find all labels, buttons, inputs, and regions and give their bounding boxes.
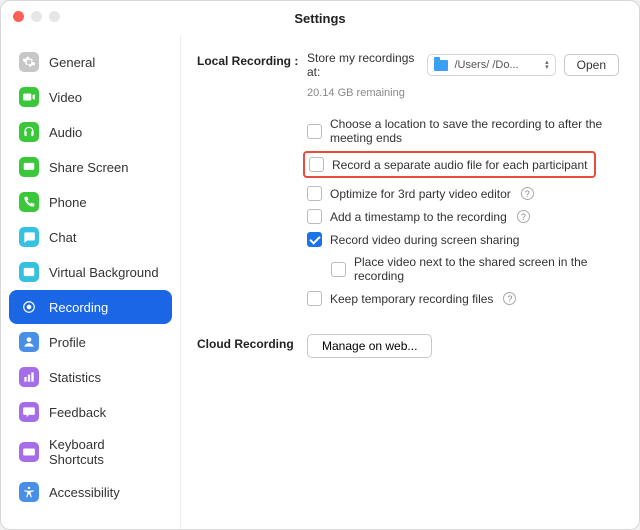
sidebar-item-general[interactable]: General xyxy=(9,45,172,79)
recording-option: Choose a location to save the recording … xyxy=(307,113,619,149)
sidebar: General Video Audio Share Screen Phone Chat Vi… xyxy=(1,35,181,529)
sidebar-item-label: Accessibility xyxy=(49,485,120,500)
content-pane: Local Recording : Store my recordings at… xyxy=(181,35,639,529)
titlebar: Settings xyxy=(1,1,639,35)
sidebar-item-video[interactable]: Video xyxy=(9,80,172,114)
manage-on-web-button[interactable]: Manage on web... xyxy=(307,334,432,358)
store-row: Store my recordings at: /Users/ /Do... ▴… xyxy=(307,51,619,79)
folder-icon xyxy=(434,60,448,71)
recording-path: /Users/ /Do... xyxy=(454,59,539,71)
sidebar-item-label: Phone xyxy=(49,195,87,210)
stats-icon xyxy=(19,367,39,387)
help-icon[interactable]: ? xyxy=(521,187,534,200)
settings-window: Settings General Video Audio Share Screen Ph… xyxy=(0,0,640,530)
local-recording-section: Local Recording : Store my recordings at… xyxy=(197,51,619,310)
help-icon[interactable]: ? xyxy=(503,292,516,305)
share-icon xyxy=(19,157,39,177)
help-icon[interactable]: ? xyxy=(517,210,530,223)
phone-icon xyxy=(19,192,39,212)
headphones-icon xyxy=(19,122,39,142)
sidebar-item-label: Profile xyxy=(49,335,86,350)
sidebar-item-audio[interactable]: Audio xyxy=(9,115,172,149)
option-label: Record video during screen sharing xyxy=(330,233,519,247)
recording-option: Add a timestamp to the recording? xyxy=(307,205,619,228)
feedback-icon xyxy=(19,402,39,422)
sidebar-item-keyboard-shortcuts[interactable]: Keyboard Shortcuts xyxy=(9,430,172,474)
window-title: Settings xyxy=(294,11,345,26)
option-label: Place video next to the shared screen in… xyxy=(354,255,619,283)
recording-option: Record video during screen sharing xyxy=(307,228,619,251)
local-recording-options: Choose a location to save the recording … xyxy=(307,113,619,310)
option-label: Keep temporary recording files xyxy=(330,292,493,306)
sidebar-item-share-screen[interactable]: Share Screen xyxy=(9,150,172,184)
sidebar-item-phone[interactable]: Phone xyxy=(9,185,172,219)
sidebar-item-recording[interactable]: Recording xyxy=(9,290,172,324)
sidebar-item-chat[interactable]: Chat xyxy=(9,220,172,254)
chat-icon xyxy=(19,227,39,247)
stepper-icon: ▴▾ xyxy=(545,60,549,70)
keyboard-icon xyxy=(19,442,39,462)
checkbox[interactable] xyxy=(307,209,322,224)
store-label: Store my recordings at: xyxy=(307,51,419,79)
open-button[interactable]: Open xyxy=(564,54,619,76)
highlight-box: Record a separate audio file for each pa… xyxy=(303,151,596,178)
zoom-icon[interactable] xyxy=(49,11,60,22)
recording-path-select[interactable]: /Users/ /Do... ▴▾ xyxy=(427,54,555,76)
recording-option: Keep temporary recording files? xyxy=(307,287,619,310)
gear-icon xyxy=(19,52,39,72)
sidebar-item-virtual-background[interactable]: Virtual Background xyxy=(9,255,172,289)
sidebar-item-label: Feedback xyxy=(49,405,106,420)
checkbox[interactable] xyxy=(307,232,322,247)
window-controls xyxy=(13,11,60,22)
sidebar-item-label: Recording xyxy=(49,300,108,315)
recording-option: Place video next to the shared screen in… xyxy=(307,251,619,287)
minimize-icon[interactable] xyxy=(31,11,42,22)
accessibility-icon xyxy=(19,482,39,502)
recording-option: Record a separate audio file for each pa… xyxy=(305,155,588,174)
sidebar-item-label: Statistics xyxy=(49,370,101,385)
checkbox[interactable] xyxy=(307,124,322,139)
sidebar-item-label: Chat xyxy=(49,230,76,245)
sidebar-item-label: General xyxy=(49,55,95,70)
video-icon xyxy=(19,87,39,107)
option-label: Add a timestamp to the recording xyxy=(330,210,507,224)
section-label: Cloud Recording xyxy=(197,334,299,358)
storage-remaining: 20.14 GB remaining xyxy=(307,87,619,99)
sidebar-item-accessibility[interactable]: Accessibility xyxy=(9,475,172,509)
sidebar-item-label: Virtual Background xyxy=(49,265,159,280)
sidebar-item-profile[interactable]: Profile xyxy=(9,325,172,359)
sidebar-item-label: Share Screen xyxy=(49,160,129,175)
checkbox[interactable] xyxy=(309,157,324,172)
section-label: Local Recording : xyxy=(197,51,299,310)
record-icon xyxy=(19,297,39,317)
option-label: Record a separate audio file for each pa… xyxy=(332,158,588,172)
checkbox[interactable] xyxy=(307,186,322,201)
window-body: General Video Audio Share Screen Phone Chat Vi… xyxy=(1,35,639,529)
checkbox[interactable] xyxy=(307,291,322,306)
recording-option: Optimize for 3rd party video editor? xyxy=(307,182,619,205)
sidebar-item-label: Keyboard Shortcuts xyxy=(49,437,162,467)
option-label: Choose a location to save the recording … xyxy=(330,117,619,145)
sidebar-item-feedback[interactable]: Feedback xyxy=(9,395,172,429)
option-label: Optimize for 3rd party video editor xyxy=(330,187,511,201)
cloud-recording-section: Cloud Recording Manage on web... xyxy=(197,334,619,358)
close-icon[interactable] xyxy=(13,11,24,22)
profile-icon xyxy=(19,332,39,352)
checkbox[interactable] xyxy=(331,262,346,277)
sidebar-item-statistics[interactable]: Statistics xyxy=(9,360,172,394)
sidebar-item-label: Audio xyxy=(49,125,82,140)
sidebar-item-label: Video xyxy=(49,90,82,105)
virtual-bg-icon xyxy=(19,262,39,282)
